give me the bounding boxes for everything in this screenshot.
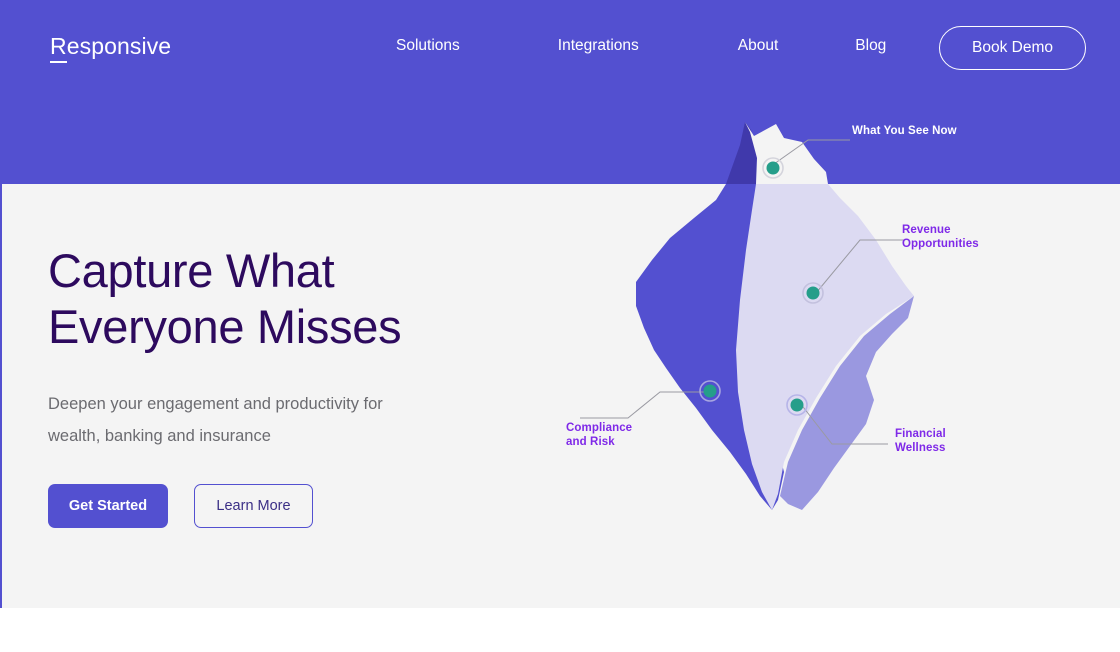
iceberg-tip bbox=[745, 122, 828, 184]
callout-label-financial-wellness: Financial Wellness bbox=[895, 428, 946, 454]
hero-subtitle: Deepen your engagement and productivity … bbox=[48, 388, 468, 452]
logo[interactable]: Responsive bbox=[50, 33, 172, 63]
page-title: Capture What Everyone Misses bbox=[48, 243, 568, 355]
callout-label-compliance-and-risk: Compliance and Risk bbox=[566, 422, 633, 448]
get-started-button[interactable]: Get Started bbox=[48, 484, 168, 528]
headline-line-1: Capture What bbox=[48, 244, 335, 297]
headline-line-2: Everyone Misses bbox=[48, 300, 402, 353]
logo-rest: esponsive bbox=[66, 33, 172, 59]
nav-item-solutions[interactable]: Solutions bbox=[396, 36, 460, 56]
callout-label-revenue-opportunities: Revenue Opportunities bbox=[902, 224, 979, 250]
book-demo-button[interactable]: Book Demo bbox=[939, 26, 1086, 70]
nav-item-integrations[interactable]: Integrations bbox=[558, 36, 639, 56]
iceberg-graphic bbox=[540, 100, 1120, 530]
navigation-bar: Responsive Solutions Integrations About … bbox=[0, 0, 1120, 96]
subtitle-line-1: Deepen your engagement and productivity … bbox=[48, 395, 383, 413]
nav-links: Solutions Integrations About Blog bbox=[396, 36, 886, 56]
logo-first-letter: R bbox=[50, 33, 67, 63]
hero-button-row: Get Started Learn More bbox=[48, 484, 313, 528]
hero-left-accent-rule bbox=[0, 184, 2, 608]
iceberg-tip-shadow bbox=[726, 122, 757, 184]
nav-item-blog[interactable]: Blog bbox=[855, 36, 886, 56]
learn-more-button[interactable]: Learn More bbox=[194, 484, 313, 528]
callout-label-what-you-see-now: What You See Now bbox=[852, 125, 957, 137]
page-root: Responsive Solutions Integrations About … bbox=[0, 0, 1120, 652]
nav-item-about[interactable]: About bbox=[738, 36, 779, 56]
subtitle-line-2: wealth, banking and insurance bbox=[48, 427, 271, 445]
